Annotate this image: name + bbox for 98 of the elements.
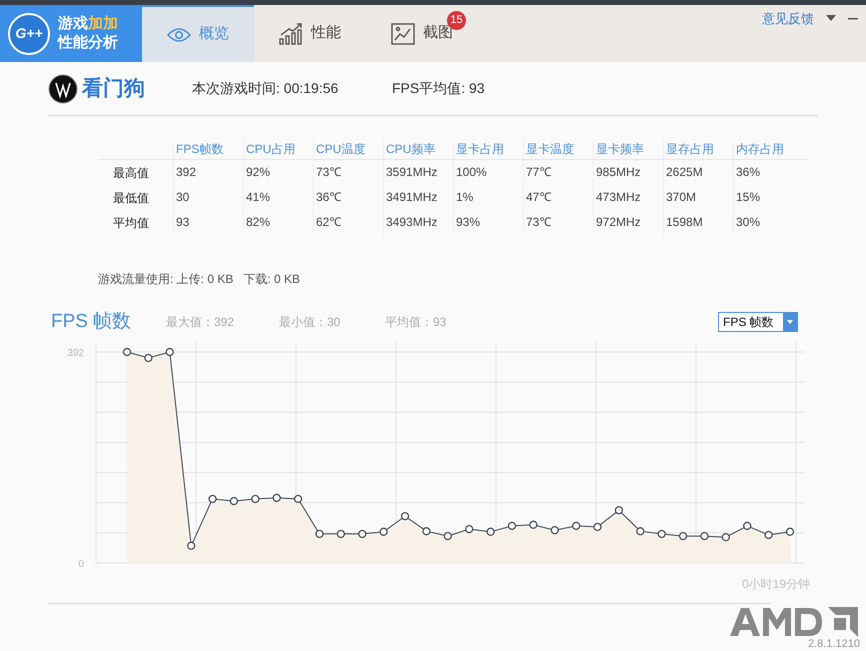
row-label: 最低值: [112, 190, 150, 206]
version-label: 2.8.1.1210: [808, 638, 860, 650]
data-point: [294, 494, 302, 504]
table-cell: 15%: [733, 185, 803, 210]
data-point: [700, 532, 709, 540]
data-point: [208, 494, 217, 504]
nav-tab[interactable]: 性能: [254, 5, 366, 62]
fps-title: FPS 帧数: [51, 310, 132, 334]
table-cell: 73℃: [313, 160, 383, 185]
data-point: [529, 520, 538, 529]
data-point: [743, 522, 752, 530]
picture-icon: [391, 22, 415, 44]
data-point: [722, 533, 730, 542]
metric-select[interactable]: FPS 帧数: [718, 312, 798, 332]
data-point: [658, 530, 666, 538]
data-point: [315, 530, 324, 538]
table-cell: 370M: [663, 185, 733, 210]
data-point: [508, 522, 516, 530]
fps-average: FPS平均值: 93: [392, 79, 485, 98]
column-header: CPU占用: [243, 140, 313, 159]
game-name: 看门狗: [82, 76, 146, 102]
caret-icon: [787, 320, 793, 324]
column-header: FPS帧数: [173, 140, 243, 159]
table-cell: 30%: [733, 210, 803, 235]
column-header: 显卡占用: [453, 140, 523, 159]
table-cell: 77℃: [523, 160, 593, 185]
data-point: [122, 348, 132, 356]
traffic-usage: 游戏流量使用: 上传: 0 KB 下载: 0 KB: [98, 272, 300, 286]
data-point: [786, 528, 794, 536]
eye-icon: [167, 26, 191, 42]
data-point: [336, 530, 345, 538]
data-point: [636, 527, 644, 536]
table-cell: 3591MHz: [383, 160, 453, 185]
data-point: [572, 522, 580, 530]
table-cell: 473MHz: [593, 185, 663, 210]
table-cell: 47℃: [523, 185, 593, 210]
table-cell: 93%: [453, 210, 523, 235]
table-cell: 392: [173, 160, 243, 185]
logo-badge: G++: [8, 12, 50, 54]
data-point: [444, 532, 452, 540]
table-cell: 1598M: [663, 210, 733, 235]
y-axis-label: 0: [78, 559, 84, 570]
table-cell: 62℃: [313, 210, 383, 235]
table-cell: 972MHz: [593, 210, 663, 235]
column-header: 内存占用: [733, 140, 803, 159]
app-title: 游戏加加: [58, 14, 118, 34]
select-arrow-button[interactable]: [783, 313, 797, 331]
data-point: [187, 542, 196, 550]
column-header: 显卡频率: [593, 140, 663, 159]
table-cell: 82%: [243, 210, 313, 235]
column-header: 显存占用: [663, 140, 733, 159]
column-header: CPU频率: [383, 140, 453, 159]
table-cell: 36℃: [313, 185, 383, 210]
table-cell: 30: [173, 185, 243, 210]
data-point: [380, 528, 388, 536]
nav-tab[interactable]: 截图 15: [366, 5, 478, 62]
y-axis-label: 392: [67, 348, 84, 359]
game-logo-icon: [48, 74, 78, 104]
app-subtitle: 性能分析: [58, 34, 118, 52]
table-cell: 92%: [243, 160, 313, 185]
bar-chart-icon: [279, 22, 303, 44]
data-point: [272, 494, 281, 502]
data-point: [614, 506, 623, 514]
feedback-link[interactable]: 意见反馈: [762, 9, 814, 28]
table-cell: 1%: [453, 185, 523, 210]
fps-max: 最大值：392: [166, 314, 236, 331]
data-point: [251, 494, 260, 504]
data-point: [166, 348, 174, 356]
fps-avg: 平均值：93: [385, 314, 446, 331]
data-point: [400, 512, 410, 520]
table-cell: 3491MHz: [383, 185, 453, 210]
row-label: 平均值: [112, 214, 150, 232]
data-point: [550, 526, 559, 534]
row-label: 最高值: [112, 164, 150, 182]
data-point: [486, 528, 495, 536]
data-point: [465, 525, 474, 534]
table-cell: 100%: [453, 160, 523, 185]
table-cell: 985MHz: [593, 160, 663, 185]
minimize-icon[interactable]: [848, 18, 858, 20]
table-cell: 73℃: [523, 210, 593, 235]
table-cell: 2625M: [663, 160, 733, 185]
data-point: [144, 354, 152, 362]
table-cell: 41%: [243, 185, 313, 210]
table-cell: 36%: [733, 160, 803, 185]
column-header: 显卡温度: [523, 140, 593, 159]
table-cell: 3493MHz: [383, 210, 453, 235]
column-header: CPU温度: [313, 140, 383, 159]
table-cell: 93: [173, 210, 243, 235]
x-axis-label: 0小时19分钟: [742, 576, 810, 593]
data-point: [678, 532, 688, 540]
data-point: [422, 527, 431, 536]
session-time: 本次游戏时间: 00:19:56: [192, 79, 340, 98]
dropdown-icon[interactable]: [826, 15, 836, 21]
data-point: [593, 522, 602, 532]
data-point: [230, 497, 238, 506]
data-point: [358, 530, 366, 538]
data-point: [764, 530, 773, 540]
fps-min: 最小值：30: [279, 314, 342, 331]
